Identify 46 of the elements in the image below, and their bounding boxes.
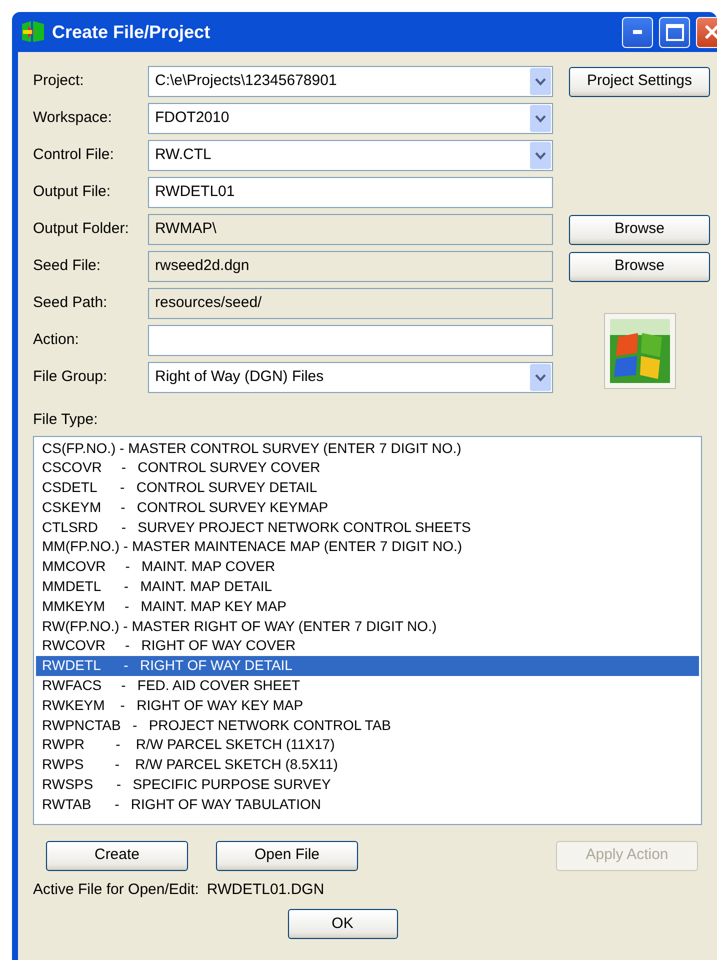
input-field[interactable]: RWDETL01 (148, 177, 553, 208)
field-label: Control File: (33, 145, 115, 166)
list-item[interactable]: MMKEYM - MAINT. MAP KEY MAP (36, 596, 699, 617)
input-field[interactable]: RWMAP\ (148, 214, 553, 245)
dropdown-field[interactable]: FDOT2010 (148, 103, 553, 134)
browse-button[interactable]: Browse (569, 252, 710, 282)
action-button[interactable]: Open File (216, 840, 358, 870)
action-button[interactable]: Create (46, 840, 188, 870)
field-label: File Type: (33, 410, 99, 430)
dropdown-field[interactable]: C:\e\Projects\12345678901 (148, 66, 553, 97)
list-item[interactable]: RWCOVR - RIGHT OF WAY COVER (36, 636, 699, 656)
list-item[interactable]: RWDETL - RIGHT OF WAY DETAIL (36, 656, 699, 676)
dropdown-field[interactable]: Right of Way (DGN) Files (148, 362, 553, 393)
list-item[interactable]: RWPS - R/W PARCEL SKETCH (8.5X11) (36, 755, 699, 776)
list-item[interactable]: RW(FP.NO.) - MASTER RIGHT OF WAY (ENTER 7 DIGIT NO.) (36, 616, 699, 636)
project-settings-button[interactable]: Project Settings (569, 66, 710, 96)
list-item[interactable]: MM(FP.NO.) - MASTER MAINTENACE MAP (ENTER 7 DIGIT NO.) (36, 537, 699, 558)
list-item[interactable]: RWTAB - RIGHT OF WAY TABULATION (36, 794, 699, 815)
field-label: File Group: (33, 367, 108, 388)
field-label: Output Folder: (33, 219, 130, 240)
input-field[interactable]: resources/seed/ (148, 288, 553, 319)
active-file-name: RWDETL01.DGN (206, 880, 324, 900)
field-label: Workspace: (33, 108, 113, 128)
list-item[interactable]: RWFACS - FED. AID COVER SHEET (36, 676, 699, 696)
field-label: Seed File: (33, 256, 102, 276)
active-file-label: Active File for Open/Edit: (33, 880, 199, 900)
list-item[interactable]: CS(FP.NO.) - MASTER CONTROL SURVEY (ENTER 7 DIGIT NO.) (36, 438, 699, 458)
list-item[interactable]: MMCOVR - MAINT. MAP COVER (36, 557, 699, 578)
dropdown-field[interactable]: RW.CTL (148, 140, 553, 171)
field-label: Seed Path: (33, 293, 108, 314)
field-label: Project: (33, 71, 85, 92)
field-label: Action: (33, 330, 80, 350)
field-label: Output File: (33, 182, 112, 202)
list-item[interactable]: CSDETL - CONTROL SURVEY DETAIL (36, 478, 699, 498)
ok-button[interactable]: OK (288, 909, 398, 939)
list-item[interactable]: RWSPS - SPECIFIC PURPOSE SURVEY (36, 775, 699, 795)
input-field[interactable]: rwseed2d.dgn (148, 251, 553, 282)
list-item[interactable]: CTLSRD - SURVEY PROJECT NETWORK CONTROL SHEETS (36, 518, 699, 538)
list-item[interactable]: RWPNCTAB - PROJECT NETWORK CONTROL TAB (36, 716, 699, 736)
list-item[interactable]: RWPR - R/W PARCEL SKETCH (11X17) (36, 735, 699, 756)
list-item[interactable]: CSCOVR - CONTROL SURVEY COVER (36, 458, 699, 478)
list-item[interactable]: RWKEYM - RIGHT OF WAY KEY MAP (36, 696, 699, 716)
window-title: Create File/Project (52, 20, 210, 44)
list-item[interactable]: MMDETL - MAINT. MAP DETAIL (36, 577, 699, 597)
list-item[interactable]: CSKEYM - CONTROL SURVEY KEYMAP (36, 498, 699, 518)
browse-button[interactable]: Browse (569, 214, 710, 244)
